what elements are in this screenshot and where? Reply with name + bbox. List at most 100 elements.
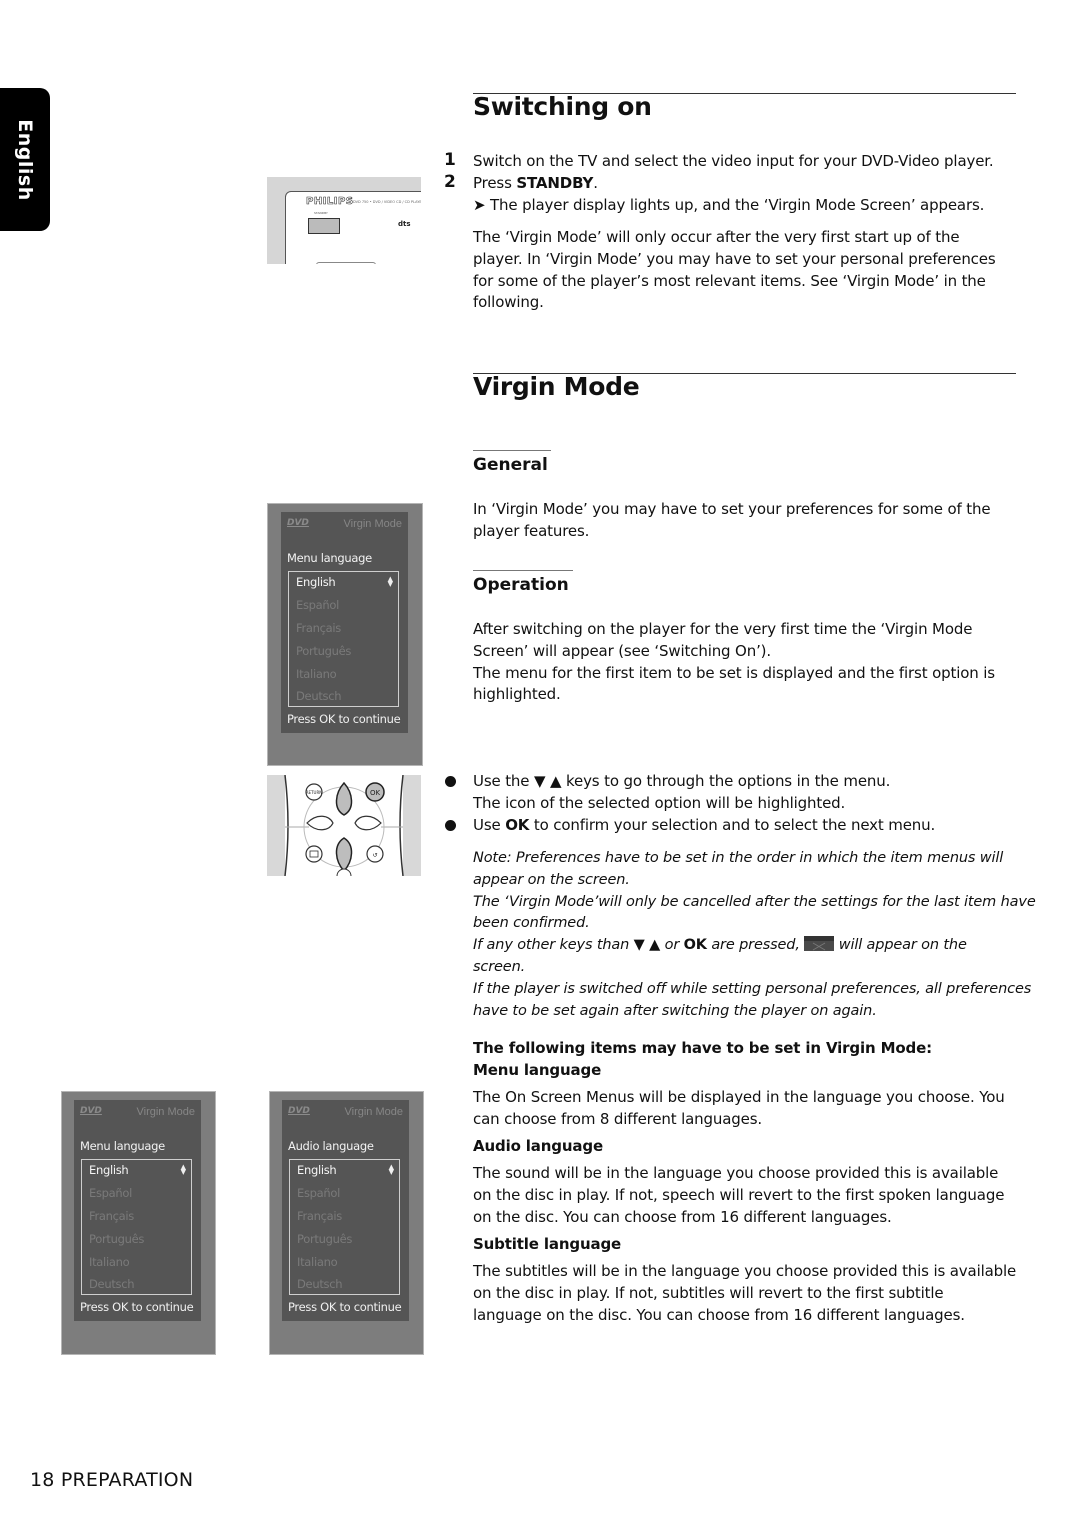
bullet-1-line-2: The icon of the selected option will be … <box>473 793 846 812</box>
osd-screen: DVD Virgin Mode Audio language English ▲… <box>282 1100 409 1321</box>
text-span: or <box>660 937 684 954</box>
osd-option-selected: English <box>296 575 336 589</box>
invalid-key-icon <box>804 936 835 952</box>
paragraph-line: on the disc. You can choose from 16 diff… <box>473 1207 892 1226</box>
paragraph-line: After switching on the player for the ve… <box>473 620 973 638</box>
osd-option: Français <box>297 1209 342 1223</box>
note-line: If any other keys than ▼ ▲ or OK are pre… <box>473 935 1036 957</box>
step-result-text: The player display lights up, and the ‘V… <box>490 196 985 214</box>
item-text-audio-language: The sound will be in the language you ch… <box>473 1163 1004 1228</box>
paragraph-line: following. <box>473 293 544 312</box>
step-number-2: 2 <box>444 172 456 192</box>
text-span: will appear on the <box>834 937 967 954</box>
osd-option-selected: English <box>297 1163 337 1177</box>
bullet-2-text: Use OK to confirm your selection and to … <box>473 815 935 837</box>
bullet-1-line-1: Use the ▼ ▲ keys to go through the optio… <box>473 771 890 793</box>
standby-key: STANDBY <box>516 174 594 192</box>
heading-general: General <box>473 455 548 475</box>
step-2-suffix: . <box>593 174 598 192</box>
items-intro: The following items may have to be set i… <box>473 1039 932 1057</box>
language-tab-label: English <box>14 118 36 201</box>
text-span: are pressed, <box>706 937 805 954</box>
up-down-arrows-icon: ▲ ▼ <box>388 1163 394 1176</box>
osd-screen-illustration: DVD Virgin Mode Menu language English ▲ ▼… <box>267 503 423 766</box>
notes-block: Note: Preferences have to be set in the … <box>473 848 1036 1022</box>
bullet-1-text: Use the ▼ ▲ keys to go through the optio… <box>473 771 890 815</box>
front-panel-illustration: PHILIPS DVD 750 • DVD / VIDEO CD / CD PL… <box>267 177 421 264</box>
item-text-menu-language: The On Screen Menus will be displayed in… <box>473 1087 1005 1131</box>
note-line: screen. <box>473 958 526 975</box>
switching-on-paragraph: The ‘Virgin Mode’ will only occur after … <box>473 227 996 314</box>
up-down-arrows-icon: ▲ ▼ <box>387 575 393 588</box>
osd-title: Menu language <box>287 551 372 565</box>
bullet-icon <box>445 820 456 831</box>
arrow-right-icon: ➤ <box>473 196 491 214</box>
down-up-keys-icon: ▼ ▲ <box>533 772 562 790</box>
osd-option: Português <box>89 1232 145 1246</box>
osd-option: Español <box>89 1186 133 1200</box>
osd-option: Português <box>297 1232 353 1246</box>
osd-footer: Press OK to continue <box>288 1300 402 1314</box>
step-2-text: Press STANDBY. <box>473 173 598 195</box>
paragraph-line: on the disc in play. If not, speech will… <box>473 1185 1005 1204</box>
item-heading-menu-language: Menu language <box>473 1061 602 1079</box>
heading-operation: Operation <box>473 575 569 595</box>
up-down-arrows-icon: ▲ ▼ <box>180 1163 186 1176</box>
osd-option: Español <box>297 1186 341 1200</box>
paragraph-line: can choose from 8 different languages. <box>473 1109 763 1128</box>
osd-option: Italiano <box>297 1255 338 1269</box>
ok-key: OK <box>683 937 707 954</box>
down-up-keys-icon: ▼ ▲ <box>633 937 661 954</box>
osd-screen-illustration: DVD Virgin Mode Menu language English ▲ ▼… <box>61 1091 216 1355</box>
svg-text:RETURN: RETURN <box>306 790 322 795</box>
note-line: have to be set again after switching the… <box>473 1002 877 1019</box>
paragraph-line: The ‘Virgin Mode’ will only occur after … <box>473 228 960 246</box>
osd-screen: DVD Virgin Mode Menu language English ▲ ▼… <box>281 512 408 733</box>
osd-option: Français <box>296 621 341 635</box>
heading-virgin-mode: Virgin Mode <box>473 372 640 401</box>
subsection-rule <box>473 450 551 451</box>
osd-title: Menu language <box>80 1139 165 1153</box>
paragraph-line: The On Screen Menus will be displayed in… <box>473 1088 1005 1106</box>
dvd-logo: DVD <box>287 518 309 528</box>
model-label: DVD 750 • DVD / VIDEO CD / CD PLAYER <box>353 200 421 204</box>
step-result: ➤ The player display lights up, and the … <box>473 195 984 217</box>
paragraph-line: player. In ‘Virgin Mode’ you may have to… <box>473 249 996 268</box>
operation-text: After switching on the player for the ve… <box>473 619 995 706</box>
general-text: In ‘Virgin Mode’ you may have to set you… <box>473 499 991 543</box>
step-number-1: 1 <box>444 150 456 170</box>
text-span: Use <box>473 816 506 834</box>
paragraph-line: Screen’ will appear (see ‘Switching On’)… <box>473 641 772 660</box>
dvd-logo: DVD <box>288 1106 310 1116</box>
osd-option-selected: English <box>89 1163 129 1177</box>
paragraph-line: highlighted. <box>473 685 561 704</box>
paragraph-line: player features. <box>473 521 590 540</box>
osd-option: Deutsch <box>296 689 342 703</box>
paragraph-line: for some of the player’s most relevant i… <box>473 271 986 290</box>
bullet-icon <box>445 776 456 787</box>
note-line: been confirmed. <box>473 915 590 932</box>
osd-option: Français <box>89 1209 134 1223</box>
front-panel-face: PHILIPS DVD 750 • DVD / VIDEO CD / CD PL… <box>285 191 421 264</box>
standby-label: STANDBY <box>314 211 328 215</box>
osd-mode-label: Virgin Mode <box>136 1106 196 1118</box>
svg-text:↺: ↺ <box>372 852 377 859</box>
step-2-prefix: Press <box>473 174 517 192</box>
dvd-logo: DVD <box>80 1106 102 1116</box>
philips-logo: PHILIPS <box>306 196 354 208</box>
note-line: appear on the screen. <box>473 871 630 888</box>
osd-option: Deutsch <box>89 1277 135 1291</box>
osd-option: Español <box>296 598 340 612</box>
note-line: Note: Preferences have to be set in the … <box>473 850 1004 866</box>
disc-tray <box>316 262 376 264</box>
osd-option-list: English ▲ ▼ Español Français Português It… <box>289 1159 400 1295</box>
paragraph-line: The sound will be in the language you ch… <box>473 1164 999 1182</box>
paragraph-line: language on the disc. You can choose fro… <box>473 1305 965 1324</box>
subsection-rule <box>473 570 573 571</box>
remote-keypad-icon: RETURN OK ↺ <box>267 775 421 876</box>
osd-option: Italiano <box>296 667 337 681</box>
paragraph-line: The subtitles will be in the language yo… <box>473 1262 1017 1280</box>
paragraph-line: on the disc in play. If not, subtitles w… <box>473 1283 944 1302</box>
text-span: to confirm your selection and to select … <box>529 816 936 834</box>
page-footer: 18 PREPARATION <box>30 1469 194 1491</box>
